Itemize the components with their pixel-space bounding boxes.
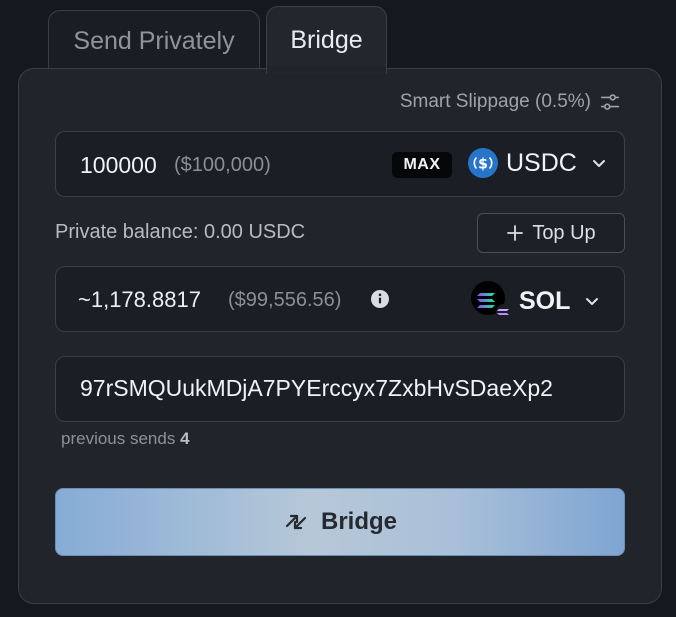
receive-token-select[interactable]: SOL [471,281,600,321]
send-amount-usd: ($100,000) [174,154,271,176]
svg-text:$: $ [478,157,488,173]
tab-send-privately[interactable]: Send Privately [48,10,260,72]
bridge-button-label: Bridge [320,508,397,535]
recipient-address-box[interactable]: 97rSMQUukMDjA7PYErccyx7ZxbHvSDaeXp2 [55,356,625,422]
max-button[interactable]: MAX [392,152,452,178]
tab-connector [267,66,386,72]
tab-label: Bridge [290,26,363,54]
bridge-panel: Smart Slippage (0.5%) 100000 ($100,000) … [18,68,662,604]
bridge-button[interactable]: Bridge [55,488,625,556]
info-icon[interactable] [370,289,390,309]
chevron-down-icon [592,160,605,167]
chevron-down-icon [586,298,599,305]
send-token-symbol: USDC [506,148,577,177]
smart-slippage-button[interactable]: Smart Slippage (0.5%) [400,91,621,113]
private-balance-label: Private balance: 0.00 USDC [55,221,306,243]
previous-sends-label: previous sends [61,429,176,448]
sliders-icon [600,94,620,110]
previous-sends: previous sends 4 [61,429,190,449]
tab-bridge[interactable]: Bridge [266,6,387,74]
solana-icon [471,281,512,320]
recipient-address-input[interactable]: 97rSMQUukMDjA7PYErccyx7ZxbHvSDaeXp2 [80,375,604,402]
top-up-label: Top Up [532,221,596,244]
slippage-label: Smart Slippage (0.5%) [399,91,591,112]
receive-token-symbol: SOL [519,286,571,315]
receive-amount: ~1,178.8817 [78,287,201,312]
receive-amount-box: ~1,178.8817 ($99,556.56) SOL [55,266,625,332]
bridge-widget: Send Privately Bridge Smart Slippage (0.… [0,0,676,617]
send-amount-input[interactable]: 100000 [80,152,157,179]
top-up-button[interactable]: Top Up [477,213,625,253]
plus-icon [507,225,524,241]
receive-amount-usd: ($99,556.56) [228,289,342,311]
usdc-icon: $ [468,148,498,178]
previous-sends-count: 4 [180,429,190,448]
send-amount-box: 100000 ($100,000) MAX $ USDC [55,131,625,197]
send-token-select[interactable]: $ USDC [468,148,607,178]
tab-label: Send Privately [73,27,235,55]
swap-arrows-icon [285,514,307,530]
